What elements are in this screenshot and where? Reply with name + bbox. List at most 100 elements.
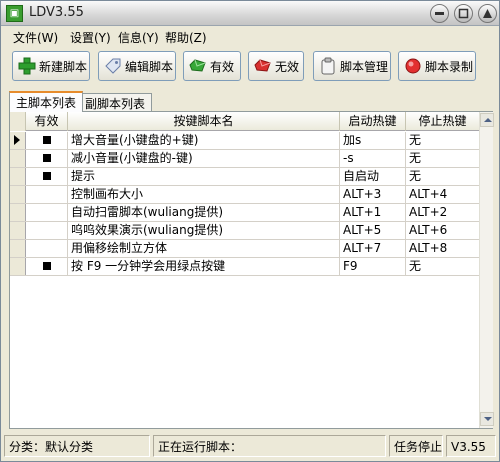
script-name-cell[interactable]: 控制画布大小 bbox=[68, 186, 340, 203]
enabled-cell[interactable] bbox=[26, 186, 68, 203]
enabled-cell[interactable] bbox=[26, 240, 68, 257]
clipboard-icon bbox=[319, 57, 337, 75]
enabled-mark-icon bbox=[42, 135, 51, 144]
script-name-cell[interactable]: 按 F9 一分钟学会用绿点按键 bbox=[68, 258, 340, 275]
script-name-cell[interactable]: 自动扫雷脚本(wuliang提供) bbox=[68, 204, 340, 221]
main-window: ▣ LDV3.55 文件(W) 设置(Y) 信息(Y) 帮助(Z) 新建脚本 编… bbox=[0, 0, 500, 462]
scroll-down-button[interactable] bbox=[480, 412, 494, 426]
header-stop-hotkey[interactable]: 停止热键 bbox=[406, 112, 480, 131]
script-record-button[interactable]: 脚本录制 bbox=[398, 51, 476, 81]
row-indicator bbox=[10, 168, 26, 185]
stop-hotkey-cell[interactable]: ALT+2 bbox=[406, 204, 480, 221]
table-row[interactable]: 控制画布大小 ALT+3 ALT+4 bbox=[10, 186, 480, 204]
script-name-cell[interactable]: 提示 bbox=[68, 168, 340, 185]
table-row[interactable]: 按 F9 一分钟学会用绿点按键 F9 无 bbox=[10, 258, 480, 276]
header-enabled[interactable]: 有效 bbox=[26, 112, 68, 131]
maximize-button[interactable] bbox=[454, 4, 473, 23]
grid-header: 有效 按键脚本名 启动热键 停止热键 bbox=[10, 112, 480, 131]
stop-hotkey-cell[interactable]: 无 bbox=[406, 258, 480, 275]
grid-rows: 增大音量(小键盘的+键) 加s 无减小音量(小键盘的-键) -s 无提示 自启动无控制画布… bbox=[10, 132, 480, 420]
script-manage-button[interactable]: 脚本管理 bbox=[313, 51, 391, 81]
edit-script-button[interactable]: 编辑脚本 bbox=[98, 51, 176, 81]
green-gem-icon bbox=[189, 57, 207, 75]
title-bar[interactable]: ▣ LDV3.55 bbox=[1, 1, 499, 26]
edit-script-label: 编辑脚本 bbox=[125, 59, 174, 74]
menu-file[interactable]: 文件(W) bbox=[13, 29, 58, 46]
enable-button[interactable]: 有效 bbox=[183, 51, 241, 81]
row-indicator bbox=[10, 186, 26, 203]
row-indicator bbox=[10, 402, 26, 419]
empty-row bbox=[10, 294, 480, 312]
table-row[interactable]: 减小音量(小键盘的-键) -s 无 bbox=[10, 150, 480, 168]
table-row[interactable]: 增大音量(小键盘的+键) 加s 无 bbox=[10, 132, 480, 150]
status-version: V3.55 bbox=[446, 435, 496, 457]
menu-info[interactable]: 信息(Y) bbox=[118, 29, 159, 46]
table-row[interactable]: 呜呜效果演示(wuliang提供) ALT+5 ALT+6 bbox=[10, 222, 480, 240]
enabled-cell[interactable] bbox=[26, 168, 68, 185]
chevron-up-icon bbox=[484, 118, 492, 122]
minimize-button[interactable] bbox=[430, 4, 449, 23]
stop-hotkey-cell[interactable]: 无 bbox=[406, 132, 480, 149]
menu-settings[interactable]: 设置(Y) bbox=[70, 29, 111, 46]
table-row[interactable]: 自动扫雷脚本(wuliang提供) ALT+1 ALT+2 bbox=[10, 204, 480, 222]
disable-button[interactable]: 无效 bbox=[248, 51, 304, 81]
enabled-mark-icon bbox=[42, 261, 51, 270]
row-indicator bbox=[10, 366, 26, 383]
stop-hotkey-cell[interactable]: ALT+4 bbox=[406, 186, 480, 203]
script-name-cell[interactable]: 用偏移绘制立方体 bbox=[68, 240, 340, 257]
window-title: LDV3.55 bbox=[29, 5, 84, 20]
enabled-cell[interactable] bbox=[26, 258, 68, 275]
scroll-up-button[interactable] bbox=[480, 113, 494, 127]
close-button[interactable] bbox=[478, 4, 497, 23]
header-script-name[interactable]: 按键脚本名 bbox=[68, 112, 340, 131]
toolbar: 新建脚本 编辑脚本 有效 无效 脚本管理 脚本录制 bbox=[1, 49, 499, 87]
maximize-icon bbox=[458, 8, 469, 19]
script-name-cell[interactable]: 增大音量(小键盘的+键) bbox=[68, 132, 340, 149]
empty-row bbox=[10, 276, 480, 294]
start-hotkey-cell[interactable]: ALT+3 bbox=[340, 186, 406, 203]
script-record-label: 脚本录制 bbox=[425, 59, 474, 74]
empty-row bbox=[10, 384, 480, 402]
header-start-hotkey[interactable]: 启动热键 bbox=[340, 112, 406, 131]
script-list-panel: 有效 按键脚本名 启动热键 停止热键 增大音量(小键盘的+键) 加s 无减小音量(小… bbox=[9, 111, 494, 429]
status-running-script: 正在运行脚本： bbox=[153, 435, 386, 457]
stop-hotkey-cell[interactable]: ALT+6 bbox=[406, 222, 480, 239]
start-hotkey-cell[interactable]: ALT+5 bbox=[340, 222, 406, 239]
close-icon bbox=[483, 9, 492, 18]
start-hotkey-cell[interactable]: 加s bbox=[340, 132, 406, 149]
row-indicator bbox=[10, 258, 26, 275]
empty-row bbox=[10, 402, 480, 420]
menu-help[interactable]: 帮助(Z) bbox=[165, 29, 207, 46]
tab-main-scripts[interactable]: 主脚本列表 bbox=[9, 91, 84, 112]
empty-row bbox=[10, 348, 480, 366]
enabled-cell[interactable] bbox=[26, 150, 68, 167]
minimize-icon bbox=[435, 12, 444, 15]
enabled-cell[interactable] bbox=[26, 204, 68, 221]
enabled-mark-icon bbox=[42, 171, 51, 180]
script-name-cell[interactable]: 呜呜效果演示(wuliang提供) bbox=[68, 222, 340, 239]
stop-hotkey-cell[interactable]: ALT+8 bbox=[406, 240, 480, 257]
tab-strip: 主脚本列表 副脚本列表 bbox=[1, 91, 499, 112]
empty-row bbox=[10, 312, 480, 330]
start-hotkey-cell[interactable]: 自启动 bbox=[340, 168, 406, 185]
plus-icon bbox=[18, 57, 36, 75]
vertical-scrollbar[interactable] bbox=[479, 112, 494, 428]
tab-sub-scripts[interactable]: 副脚本列表 bbox=[78, 93, 153, 111]
start-hotkey-cell[interactable]: F9 bbox=[340, 258, 406, 275]
app-logo-icon: ▣ bbox=[6, 5, 23, 22]
row-indicator bbox=[10, 240, 26, 257]
script-name-cell[interactable]: 减小音量(小键盘的-键) bbox=[68, 150, 340, 167]
new-script-button[interactable]: 新建脚本 bbox=[12, 51, 90, 81]
row-indicator bbox=[10, 312, 26, 329]
row-indicator bbox=[10, 276, 26, 293]
start-hotkey-cell[interactable]: ALT+1 bbox=[340, 204, 406, 221]
start-hotkey-cell[interactable]: -s bbox=[340, 150, 406, 167]
enabled-cell[interactable] bbox=[26, 132, 68, 149]
start-hotkey-cell[interactable]: ALT+7 bbox=[340, 240, 406, 257]
stop-hotkey-cell[interactable]: 无 bbox=[406, 150, 480, 167]
stop-hotkey-cell[interactable]: 无 bbox=[406, 168, 480, 185]
table-row[interactable]: 用偏移绘制立方体 ALT+7 ALT+8 bbox=[10, 240, 480, 258]
status-category: 分类：默认分类 bbox=[4, 435, 150, 457]
table-row[interactable]: 提示 自启动无 bbox=[10, 168, 480, 186]
enabled-cell[interactable] bbox=[26, 222, 68, 239]
